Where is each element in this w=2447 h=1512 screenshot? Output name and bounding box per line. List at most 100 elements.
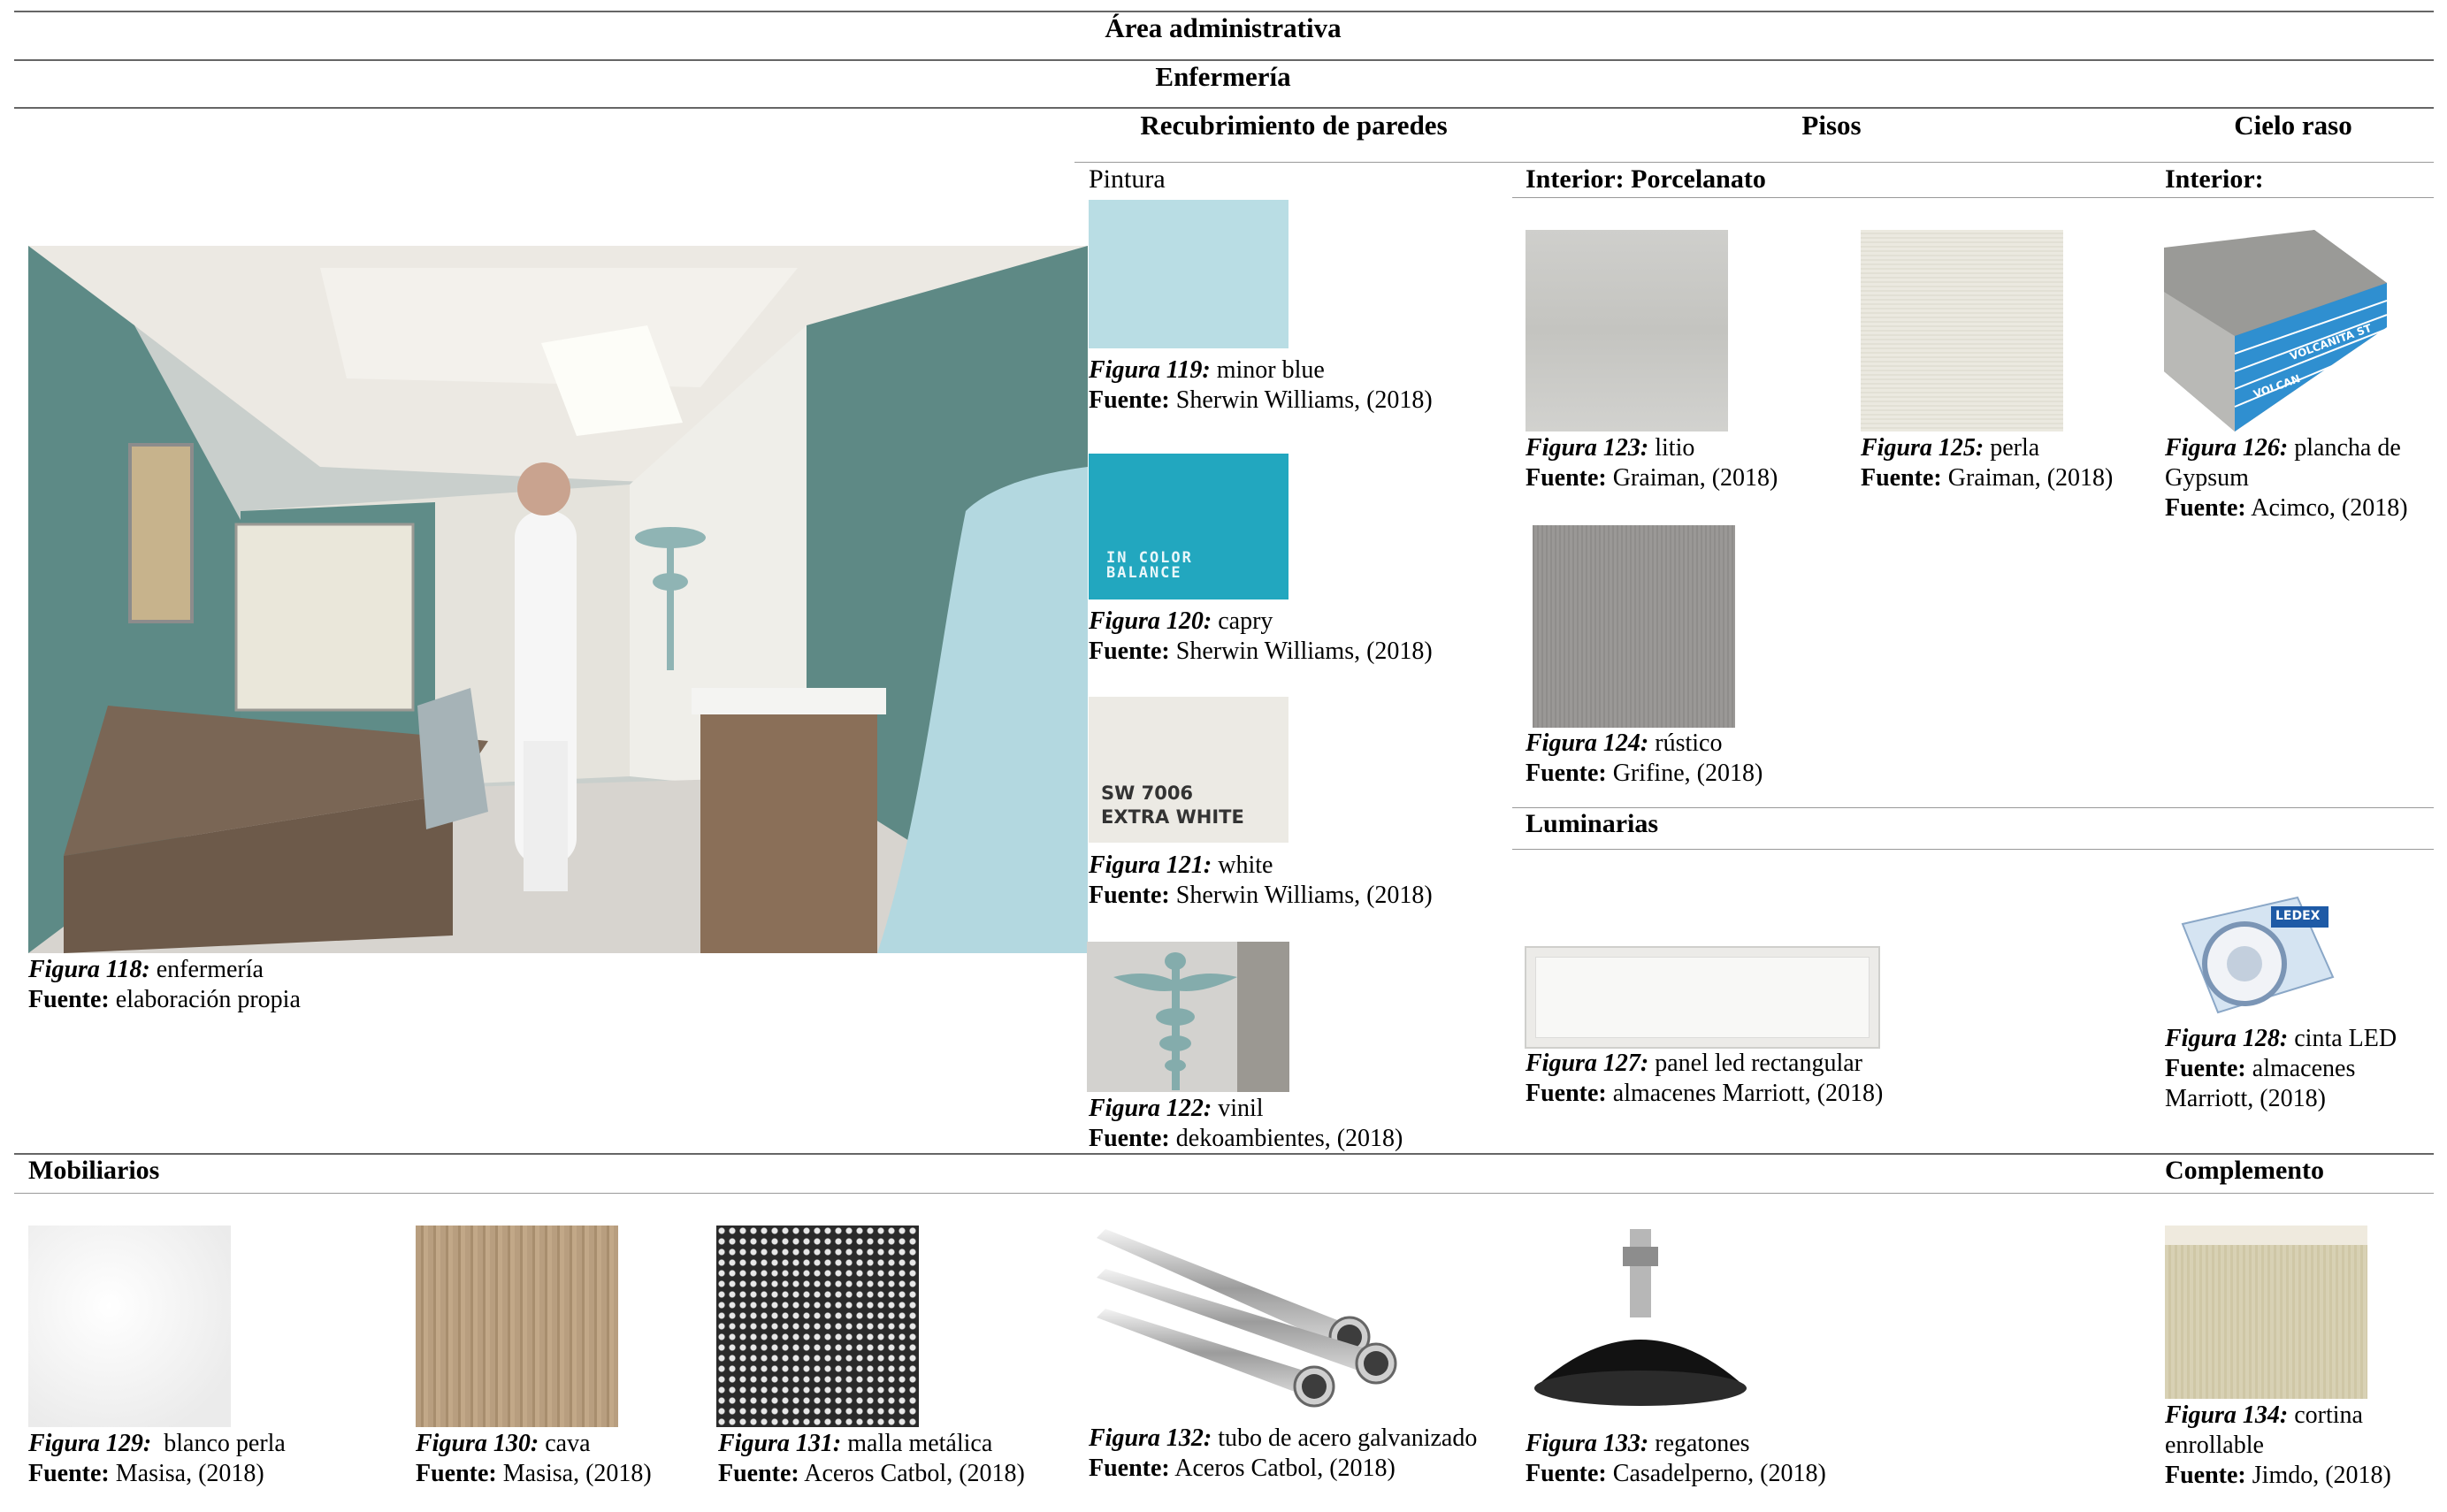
swatch-vinyl [1087,942,1289,1092]
caption-fig127-source-label: Fuente: [1526,1080,1607,1107]
swatch-capry-label: IN COLOR BALANCE [1106,549,1193,582]
caption-fig125-source-label: Fuente: [1861,464,1942,492]
caption-fig126-name-line2: Gypsum [2165,464,2249,492]
section-title: Enfermería [1155,61,1291,92]
caption-fig120-name: capry [1218,607,1273,635]
swatch-white-name: EXTRA WHITE [1101,806,1244,828]
caption-fig133-number: Figura 133: [1526,1430,1649,1457]
caption-fig129-number: Figura 129: [28,1430,152,1457]
swatch-white: SW 7006 EXTRA WHITE [1089,697,1288,843]
caption-fig119-source-label: Fuente: [1089,386,1170,414]
caption-fig124: Figura 124: rústico Fuente: Grifine, (20… [1526,729,1763,789]
col-walls-heading: Recubrimiento de paredes [1140,110,1448,141]
furniture-subtitle: Mobiliarios [28,1156,160,1185]
caption-fig129: Figura 129: blanco perla Fuente: Masisa,… [28,1429,286,1489]
floors-subtitle: Interior: Porcelanato [1526,164,1766,194]
caption-fig124-source-label: Fuente: [1526,760,1607,787]
caption-fig119: Figura 119: minor blue Fuente: Sherwin W… [1089,355,1433,416]
complement-subtitle: Complemento [2165,1156,2324,1185]
caption-fig118-number: Figura 118: [28,956,150,983]
caption-fig127-source: almacenes Marriott, (2018) [1612,1080,1884,1107]
caption-fig126-number: Figura 126: [2165,434,2289,462]
tile-litio [1526,230,1728,431]
led-strip-brand: LEDEX [2275,909,2321,923]
caption-fig126-source-label: Fuente: [2165,494,2246,522]
caption-fig128-number: Figura 128: [2165,1025,2289,1052]
caption-fig124-source: Grifine, (2018) [1612,760,1763,787]
caption-fig130-number: Figura 130: [416,1430,539,1457]
caption-fig125-name: perla [1990,434,2040,462]
caption-fig120: Figura 120: capry Fuente: Sherwin Willia… [1089,607,1433,667]
caption-fig134: Figura 134: cortina enrollable Fuente: J… [2165,1401,2391,1491]
caption-fig118-source: elaboración propia [115,986,301,1013]
metal-mesh-image [716,1226,919,1427]
caption-fig125-number: Figura 125: [1861,434,1984,462]
caption-fig121-source: Sherwin Williams, (2018) [1175,882,1433,909]
swatch-white-code: SW 7006 [1101,783,1194,804]
caption-fig126-source: Acimco, (2018) [2251,494,2408,522]
caption-fig130-source-label: Fuente: [416,1460,497,1487]
caption-fig128-source-label: Fuente: [2165,1055,2246,1082]
caption-fig122-source-label: Fuente: [1089,1125,1170,1152]
caption-fig118: Figura 118: enfermería Fuente: elaboraci… [28,955,301,1015]
led-panel-image [1525,946,1880,1049]
caduceus-icon [1113,942,1289,1092]
col-floors-heading: Pisos [1801,110,1862,141]
caption-fig126-name: plancha de [2294,434,2401,462]
caption-fig119-name: minor blue [1216,356,1325,384]
caption-fig121-name: white [1218,851,1273,879]
area-title: Área administrativa [1105,12,1342,43]
caption-fig119-number: Figura 119: [1089,356,1211,384]
caption-fig131-name: malla metálica [847,1430,993,1457]
caption-fig131-number: Figura 131: [718,1430,842,1457]
rule-furniture-top [14,1153,2434,1155]
rule-walls [1074,162,2434,163]
caption-fig133-source: Casadelperno, (2018) [1612,1460,1826,1487]
caption-fig120-source-label: Fuente: [1089,638,1170,665]
caption-fig133-name: regatones [1655,1430,1750,1457]
caption-fig127-number: Figura 127: [1526,1050,1649,1077]
caption-fig122-number: Figura 122: [1089,1095,1212,1122]
caption-fig133: Figura 133: regatones Fuente: Casadelper… [1526,1429,1826,1489]
gypsum-board-image: VOLCANITA ST VOLCAN [2164,230,2387,431]
caption-fig130-name: cava [545,1430,591,1457]
rule-3 [14,107,2434,109]
board-cava [416,1226,618,1427]
caption-fig132-source: Aceros Catbol, (2018) [1174,1455,1396,1482]
caption-fig125: Figura 125: perla Fuente: Graiman, (2018… [1861,433,2113,493]
caption-fig123: Figura 123: litio Fuente: Graiman, (2018… [1526,433,1778,493]
rule-floors-sub [1512,197,2434,198]
steel-tubes-image [1097,1229,1415,1424]
caption-fig118-name: enfermería [156,956,264,983]
board-blanco-perla [28,1226,231,1427]
caption-fig124-name: rústico [1655,729,1723,757]
caption-fig122-name: vinil [1218,1095,1264,1122]
caption-fig130: Figura 130: cava Fuente: Masisa, (2018) [416,1429,652,1489]
caption-fig121: Figura 121: white Fuente: Sherwin Willia… [1089,851,1433,911]
caption-fig121-number: Figura 121: [1089,851,1212,879]
caption-fig122-source: dekoambientes, (2018) [1175,1125,1403,1152]
swatch-minor-blue [1089,200,1288,348]
caption-fig120-number: Figura 120: [1089,607,1212,635]
col-ceiling-heading: Cielo raso [2234,110,2352,141]
caption-fig127-name: panel led rectangular [1655,1050,1863,1077]
leveling-foot-image [1526,1229,1755,1425]
lighting-subtitle: Luminarias [1526,809,1659,838]
caption-fig128-source: almacenes [2252,1055,2356,1082]
caption-fig130-source: Masisa, (2018) [502,1460,652,1487]
caption-fig126: Figura 126: plancha de Gypsum Fuente: Ac… [2165,433,2408,523]
caption-fig122: Figura 122: vinil Fuente: dekoambientes,… [1089,1094,1403,1154]
caption-fig131: Figura 131: malla metálica Fuente: Acero… [718,1429,1025,1489]
roller-blind-image [2165,1226,2367,1399]
caption-fig131-source: Aceros Catbol, (2018) [804,1460,1025,1487]
caption-fig134-name-line2: enrollable [2165,1432,2264,1459]
caption-fig129-name: blanco perla [157,1430,286,1457]
caption-fig134-number: Figura 134: [2165,1401,2289,1429]
caption-fig134-source-label: Fuente: [2165,1462,2246,1489]
caption-fig125-source: Graiman, (2018) [1947,464,2114,492]
ceiling-subtitle: Interior: [2165,164,2264,194]
rule-lighting-top [1512,807,2434,808]
caption-fig129-source: Masisa, (2018) [115,1460,264,1487]
caption-fig128: Figura 128: cinta LED Fuente: almacenes … [2165,1024,2397,1114]
caption-fig123-source-label: Fuente: [1526,464,1607,492]
